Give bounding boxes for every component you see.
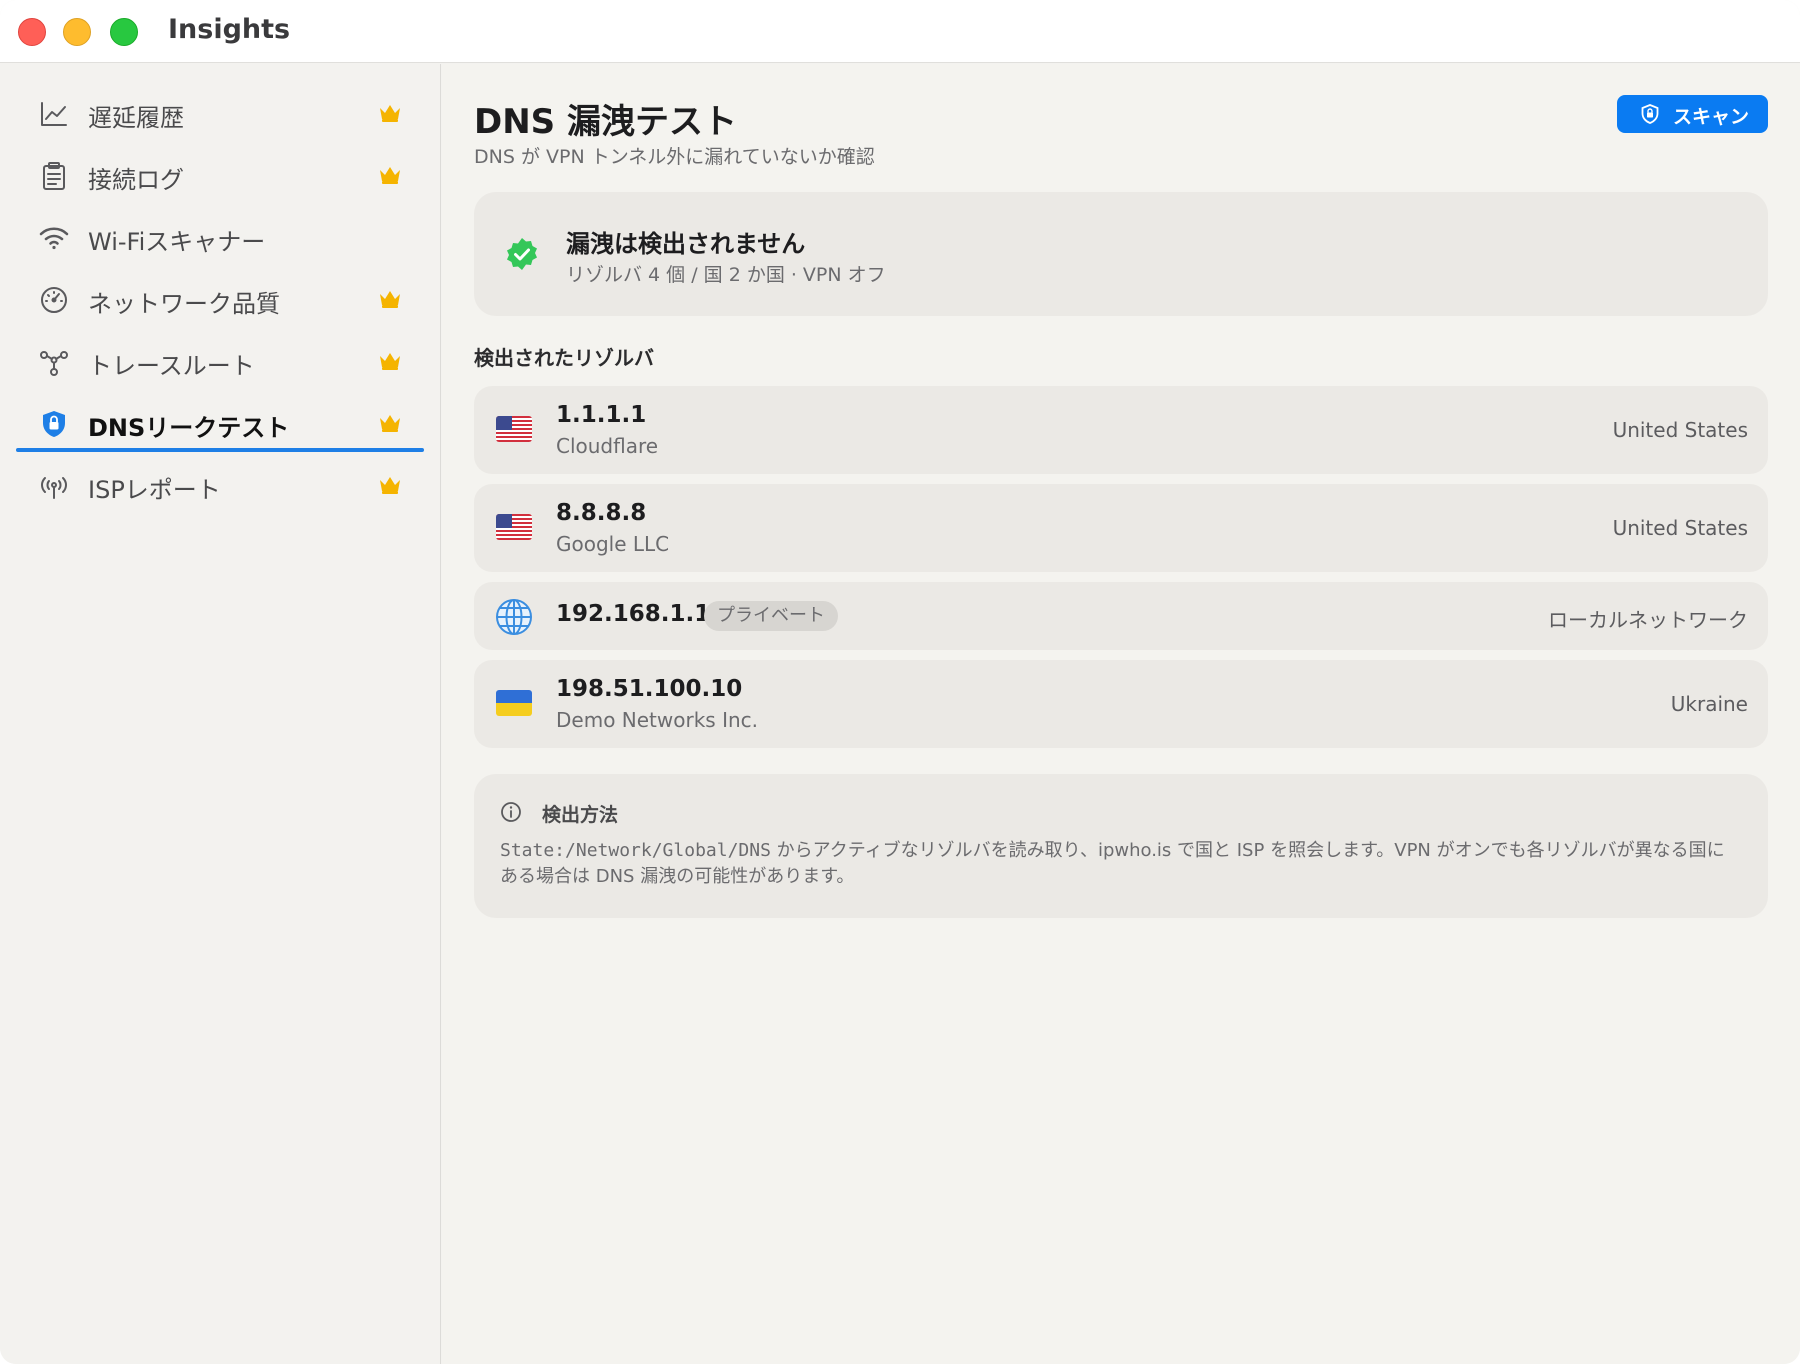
crown-icon	[380, 291, 400, 308]
sidebar-item-wifi-scanner[interactable]: Wi-Fiスキャナー	[16, 208, 424, 266]
zoom-window-button[interactable]	[110, 18, 138, 46]
wifi-icon	[39, 227, 69, 250]
globe-icon	[496, 599, 532, 635]
crown-icon	[380, 353, 400, 370]
antenna-icon	[41, 477, 67, 499]
resolver-row[interactable]: 192.168.1.1 プライベート ローカルネットワーク	[474, 582, 1768, 650]
resolver-ip: 192.168.1.1	[556, 601, 711, 627]
resolver-country: United States	[1612, 418, 1748, 442]
status-title: 漏洩は検出されません	[566, 230, 806, 258]
resolver-org: Demo Networks Inc.	[556, 708, 758, 732]
sidebar-item-network-quality[interactable]: ネットワーク品質	[16, 270, 424, 328]
minimize-window-button[interactable]	[63, 18, 91, 46]
sidebar-item-label: ISPレポート	[88, 476, 221, 504]
scan-button-label: スキャン	[1673, 106, 1750, 128]
sidebar-item-latency-history[interactable]: 遅延履歴	[16, 84, 424, 142]
resolver-ip: 1.1.1.1	[556, 402, 647, 428]
section-title: 検出されたリゾルバ	[474, 346, 654, 370]
ua-flag-icon	[496, 690, 532, 716]
resolver-ip: 8.8.8.8	[556, 500, 647, 526]
private-badge: プライベート	[704, 601, 838, 631]
page-title: DNS 漏洩テスト	[474, 102, 738, 142]
verified-check-icon	[507, 238, 537, 270]
us-flag-icon	[496, 514, 532, 540]
scan-button[interactable]: スキャン	[1617, 95, 1768, 133]
crown-icon	[380, 415, 400, 432]
shield-lock-icon	[43, 411, 65, 437]
sidebar-item-traceroute[interactable]: トレースルート	[16, 332, 424, 390]
clipboard-list-icon	[43, 162, 65, 190]
resolver-row[interactable]: 1.1.1.1 Cloudflare United States	[474, 386, 1768, 474]
active-tab-indicator	[16, 448, 424, 452]
close-window-button[interactable]	[18, 18, 46, 46]
window-title: Insights	[168, 14, 291, 45]
route-nodes-icon	[40, 351, 68, 376]
status-summary: リゾルバ 4 個 / 国 2 か国 · VPN オフ	[566, 264, 886, 286]
titlebar: Insights	[0, 0, 1800, 63]
sidebar-item-label: トレースルート	[88, 352, 255, 380]
info-card: 検出方法 State:/Network/Global/DNS からアクティブなリ…	[474, 774, 1768, 918]
gauge-icon	[41, 287, 67, 313]
app-window: Insights 遅延履歴 接続ログ Wi-Fiスキャナー ネットワーク品質 ト…	[0, 0, 1800, 1364]
info-circle-icon	[501, 802, 521, 822]
crown-icon	[380, 477, 400, 494]
sidebar-item-isp-report[interactable]: ISPレポート	[16, 456, 424, 514]
chart-line-icon	[41, 102, 67, 126]
info-title: 検出方法	[542, 804, 619, 826]
sidebar-item-label: Wi-Fiスキャナー	[88, 228, 266, 256]
resolver-row[interactable]: 8.8.8.8 Google LLC United States	[474, 484, 1768, 572]
status-card: 漏洩は検出されません リゾルバ 4 個 / 国 2 か国 · VPN オフ	[474, 192, 1768, 316]
sidebar: 遅延履歴 接続ログ Wi-Fiスキャナー ネットワーク品質 トレースルート DN…	[0, 64, 441, 1364]
resolver-ip: 198.51.100.10	[556, 676, 743, 702]
resolver-row[interactable]: 198.51.100.10 Demo Networks Inc. Ukraine	[474, 660, 1768, 748]
sidebar-item-connection-log[interactable]: 接続ログ	[16, 146, 424, 204]
crown-icon	[380, 105, 400, 122]
sidebar-item-dns-leak-test[interactable]: DNSリークテスト	[16, 394, 424, 452]
sidebar-item-label: 接続ログ	[88, 166, 184, 194]
sidebar-item-label: 遅延履歴	[88, 104, 184, 132]
resolver-org: Cloudflare	[556, 434, 659, 458]
resolver-country: Ukraine	[1670, 692, 1748, 716]
crown-icon	[380, 167, 400, 184]
page-subtitle: DNS が VPN トンネル外に漏れていないか確認	[474, 146, 875, 168]
sidebar-item-label: DNSリークテスト	[88, 414, 290, 442]
info-path: State:/Network/Global/DNS	[500, 840, 771, 861]
resolver-org: Google LLC	[556, 532, 670, 556]
main-content: DNS 漏洩テスト DNS が VPN トンネル外に漏れていないか確認 スキャン…	[442, 64, 1800, 1364]
resolver-country: United States	[1612, 516, 1748, 540]
resolver-country: ローカルネットワーク	[1548, 608, 1748, 632]
info-body: State:/Network/Global/DNS からアクティブなリゾルバを読…	[500, 838, 1740, 890]
shield-icon	[1641, 104, 1659, 124]
sidebar-item-label: ネットワーク品質	[88, 290, 280, 318]
us-flag-icon	[496, 416, 532, 442]
